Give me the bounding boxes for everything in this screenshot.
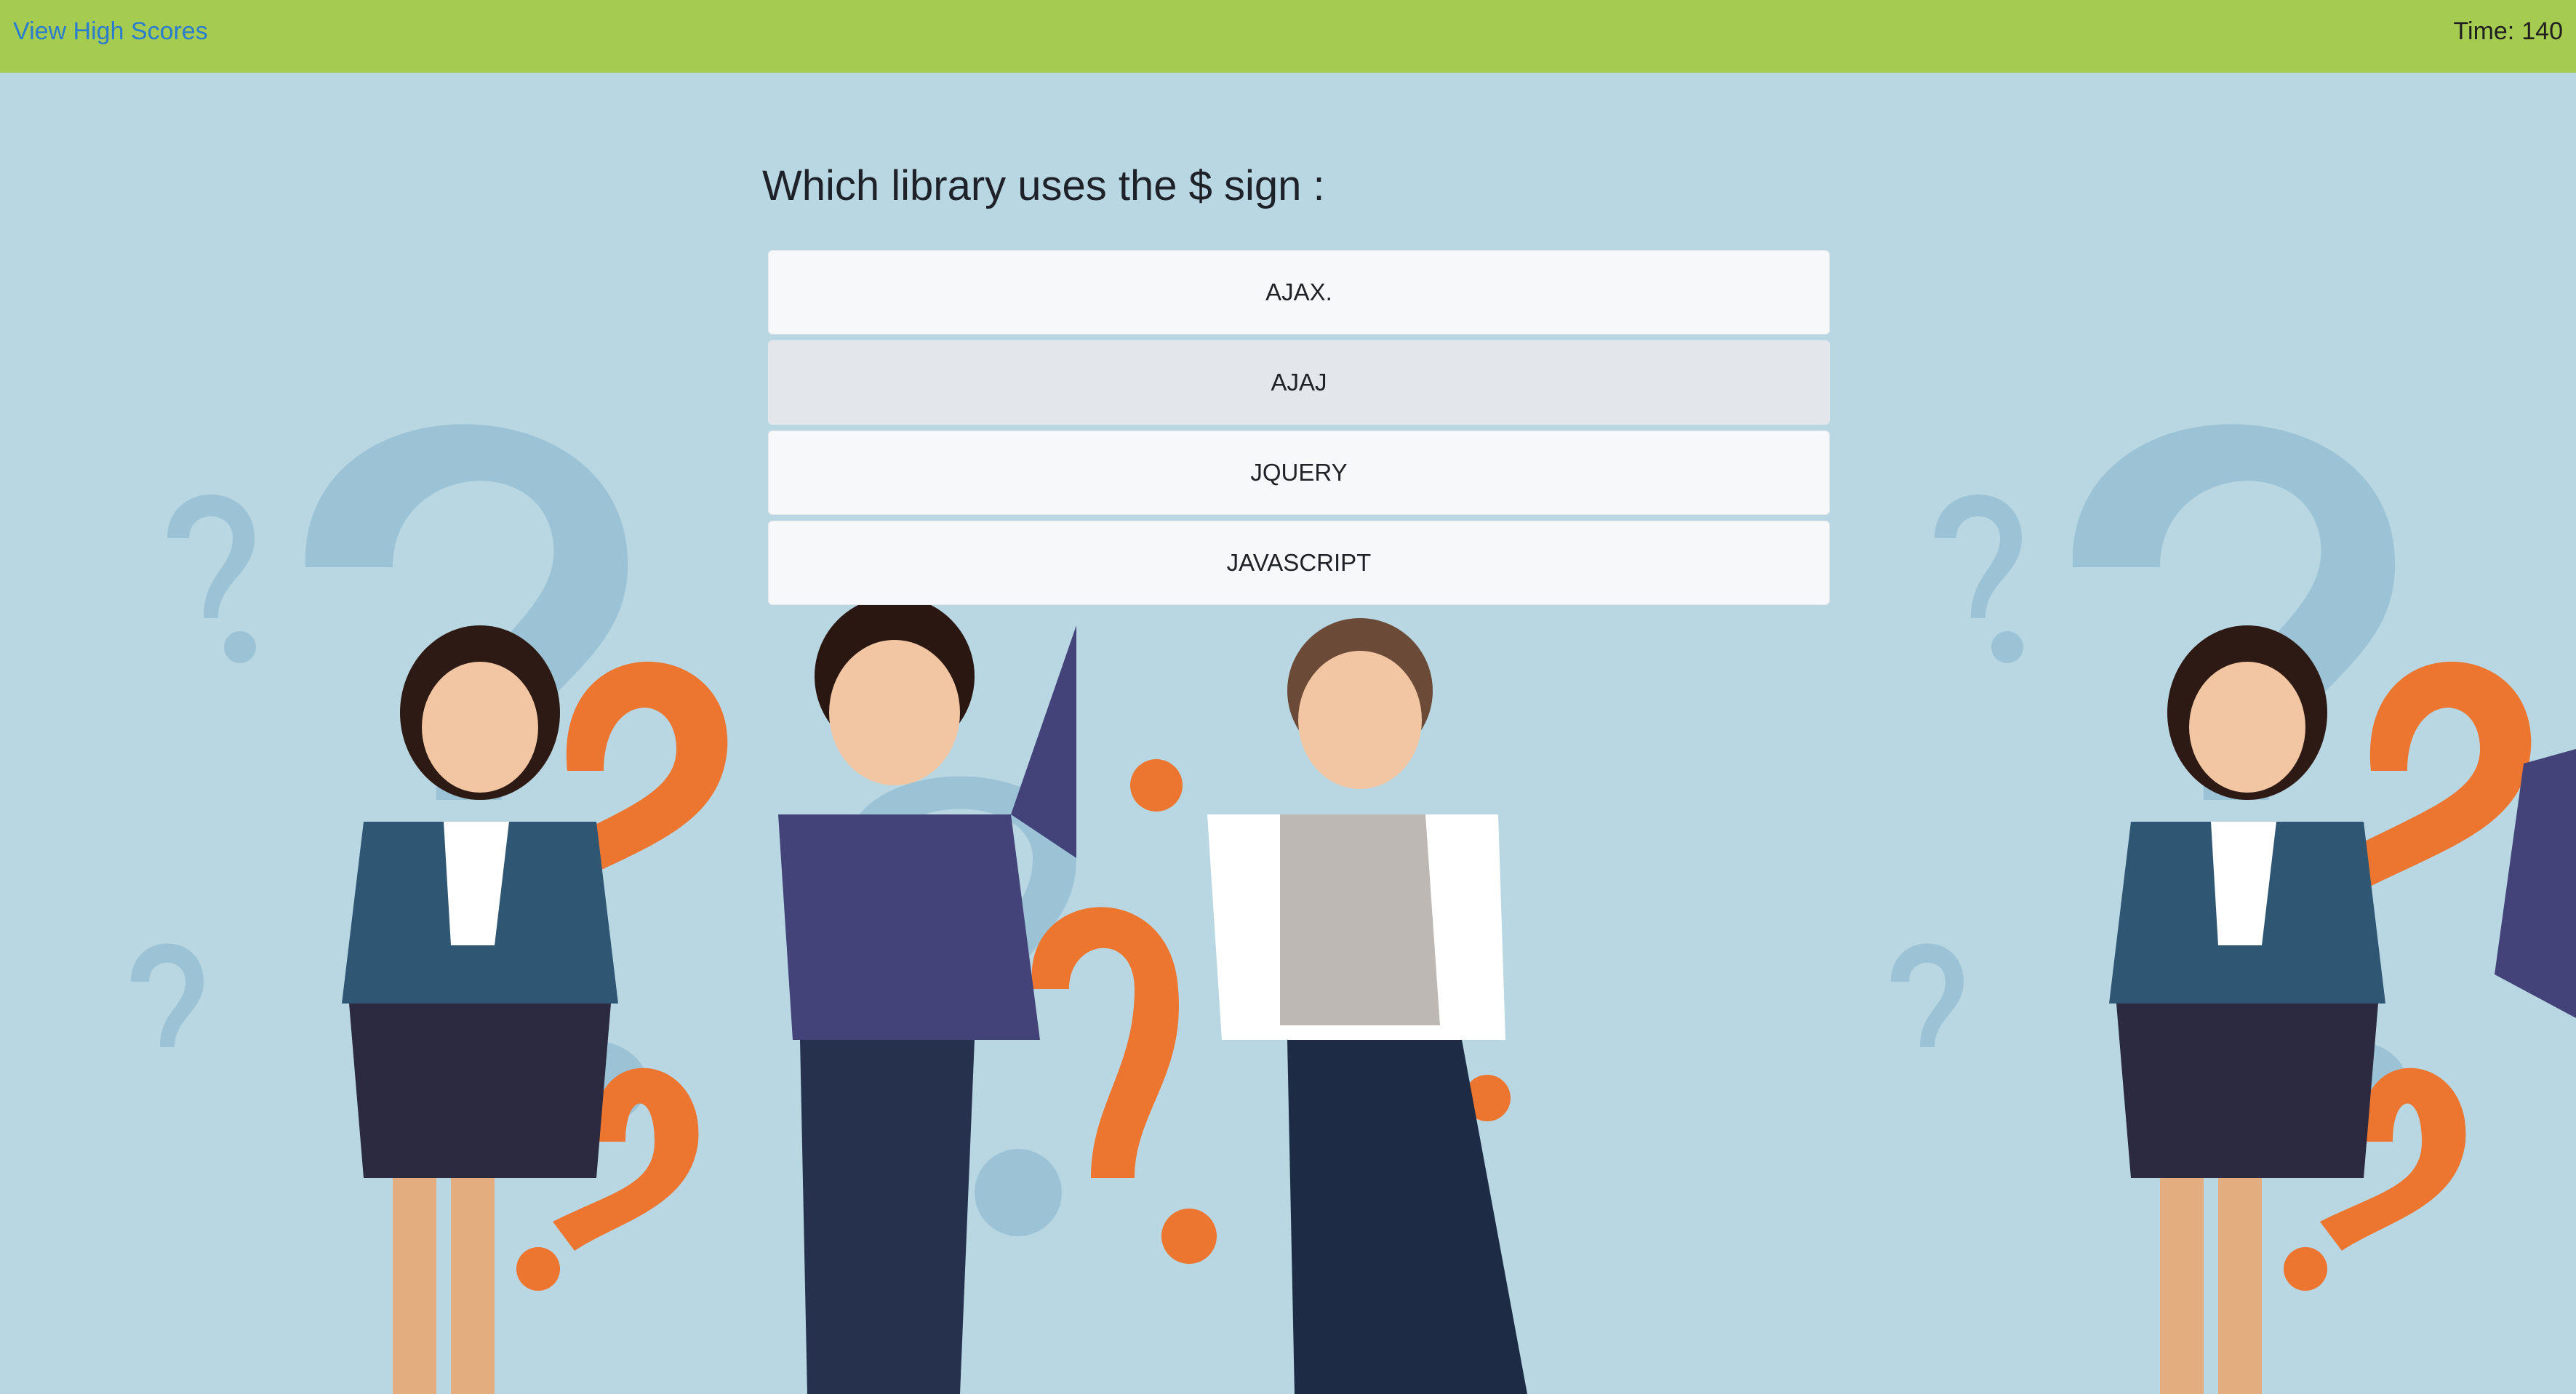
orange-dot-2: [516, 1247, 560, 1291]
bg-small-qmark-4: [1891, 943, 1964, 1047]
answer-list: AJAX. AJAJ JQUERY JAVASCRIPT: [768, 250, 1830, 611]
bg-small-qmark-2: [1935, 494, 2022, 618]
orange-dot-3: [1161, 1209, 1217, 1264]
answer-button-ajax[interactable]: AJAX.: [768, 250, 1830, 335]
bg-blob-1: [975, 1149, 1062, 1236]
timer: Time: 140: [2454, 17, 2563, 46]
person-man-grey: [1207, 618, 1527, 1394]
person-man-purple: [778, 596, 1076, 1394]
timer-value: 140: [2521, 17, 2563, 45]
bg-small-qmark-3: [131, 943, 204, 1047]
answer-button-javascript[interactable]: JAVASCRIPT: [768, 521, 1830, 605]
answer-button-ajaj[interactable]: AJAJ: [768, 340, 1830, 425]
orange-dot-7: [2284, 1247, 2327, 1291]
top-bar: View High Scores Time: 140: [0, 0, 2576, 73]
question-text: Which library uses the $ sign :: [762, 162, 1325, 209]
orange-qmark-3: [1031, 907, 1179, 1178]
bg-dot-2: [1991, 631, 2023, 663]
answer-button-jquery[interactable]: JQUERY: [768, 430, 1830, 515]
timer-label: Time:: [2453, 17, 2515, 45]
view-high-scores-link[interactable]: View High Scores: [13, 17, 208, 46]
bg-small-qmark-1: [167, 494, 255, 618]
bg-dot-1: [224, 631, 256, 663]
orange-dot-4: [1130, 759, 1183, 812]
person-woman-right: [2109, 625, 2385, 1394]
